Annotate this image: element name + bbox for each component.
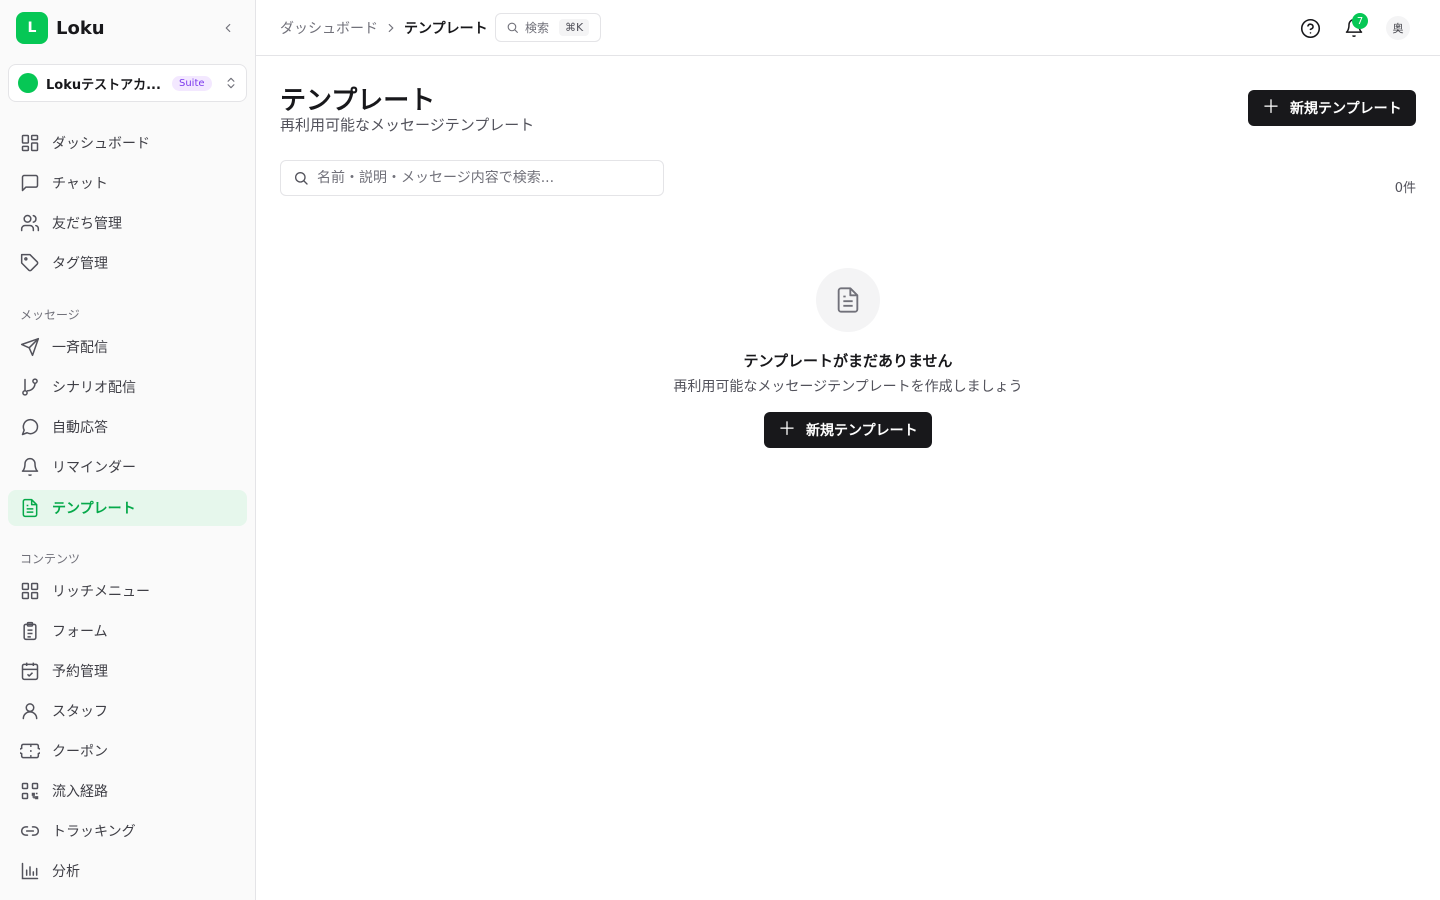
sidebar-item-tags[interactable]: タグ管理 [8,245,247,281]
message-circle-icon [20,417,40,437]
section-title-content: コンテンツ [20,552,81,566]
sidebar-item-scenario[interactable]: シナリオ配信 [8,369,247,405]
sidebar-item-label: クーポン [52,744,108,760]
sidebar-item-label: タグ管理 [52,256,108,272]
sidebar-item-coupon[interactable]: クーポン [8,733,247,769]
dashboard-icon [20,133,40,153]
chat-icon [20,173,40,193]
sidebar-item-reminder[interactable]: リマインダー [8,449,247,485]
link-icon [20,821,40,841]
sidebar-item-label: シナリオ配信 [52,380,136,396]
tag-icon [20,253,40,273]
sidebar-item-label: 流入経路 [52,784,108,800]
sidebar-item-rich-menu[interactable]: リッチメニュー [8,573,247,609]
section-title-message: メッセージ [20,308,80,322]
clipboard-icon [20,621,40,641]
breadcrumb-dashboard[interactable]: ダッシュボード [280,18,378,38]
search-shortcut: ⌘K [559,19,590,36]
sidebar-item-label: チャット [52,176,108,192]
empty-state-new-template-button[interactable]: ＋ 新規テンプレート [764,412,932,448]
global-search-label: 検索 [525,21,550,35]
global-search-button[interactable]: 検索 ⌘K [495,13,601,42]
chevrons-up-down-icon [224,76,238,90]
sidebar-item-label: フォーム [52,624,108,640]
help-circle-icon [1300,18,1320,38]
sidebar-item-chat[interactable]: チャット [8,165,247,201]
sidebar-item-staff[interactable]: スタッフ [8,693,247,729]
empty-state-description: 再利用可能なメッセージテンプレートを作成しましょう [673,379,1023,395]
brand-name: Loku [56,17,105,39]
sidebar-item-dashboard[interactable]: ダッシュボード [8,125,247,161]
sidebar-item-broadcast[interactable]: 一斉配信 [8,329,247,365]
calendar-check-icon [20,661,40,681]
sidebar-item-label: トラッキング [52,824,136,840]
brand[interactable]: L Loku [16,12,105,44]
brand-logo: L [16,12,48,44]
sidebar-item-label: リマインダー [52,460,136,476]
sidebar-item-analytics[interactable]: 分析 [8,853,247,889]
new-template-button[interactable]: ＋ 新規テンプレート [1248,90,1416,126]
page-subtitle: 再利用可能なメッセージテンプレート [280,116,535,134]
empty-state-button-label: 新規テンプレート [806,423,918,439]
sidebar-item-label: ダッシュボード [52,136,150,152]
branch-icon [20,377,40,397]
account-switcher[interactable]: Lokuテストアカ... Suite [8,64,247,102]
sidebar: L Loku Lokuテストアカ... Suite ダッシュボード チャット 友… [0,0,256,900]
account-avatar [18,73,38,93]
sidebar-item-auto-reply[interactable]: 自動応答 [8,409,247,445]
sidebar-item-template[interactable]: テンプレート [8,490,247,526]
search-icon [295,172,308,185]
bar-chart-icon [20,861,40,881]
breadcrumb: ダッシュボード テンプレート [280,18,488,38]
empty-state-icon [816,268,880,332]
sidebar-item-tracking[interactable]: トラッキング [8,813,247,849]
sidebar-item-label: 分析 [52,864,80,880]
search-icon [507,22,518,33]
page-title: テンプレート [280,86,436,116]
template-search-input[interactable] [317,170,647,186]
sidebar-item-label: 自動応答 [52,420,108,436]
breadcrumb-current: テンプレート [404,21,488,37]
sidebar-item-label: テンプレート [52,501,136,517]
notification-count-badge: 7 [1352,13,1368,29]
ticket-icon [20,741,40,761]
sidebar-item-form[interactable]: フォーム [8,613,247,649]
users-icon [20,213,40,233]
sidebar-item-friends[interactable]: 友だち管理 [8,205,247,241]
plan-badge: Suite [172,75,212,91]
template-search[interactable] [280,160,664,196]
result-count: 0件 [1394,181,1416,196]
account-name: Lokuテストアカ... [46,77,161,93]
sidebar-item-label: リッチメニュー [52,584,150,600]
avatar[interactable]: 奥 [1386,16,1410,40]
new-template-button-label: 新規テンプレート [1290,101,1402,117]
plus-icon: ＋ [1262,97,1280,118]
qr-code-icon [20,781,40,801]
send-icon [20,337,40,357]
chevron-right-icon [384,21,398,35]
help-button[interactable] [1298,16,1322,40]
file-text-icon [837,287,859,313]
sidebar-item-label: 友だち管理 [52,216,122,232]
collapse-sidebar-button[interactable] [218,18,238,38]
sidebar-item-reservation[interactable]: 予約管理 [8,653,247,689]
user-icon [20,701,40,721]
empty-state-title: テンプレートがまだありません [743,352,953,370]
plus-icon: ＋ [778,419,796,440]
top-bar: ダッシュボード テンプレート 検索 ⌘K 7 奥 [256,0,1440,56]
bell-icon [20,457,40,477]
sidebar-item-label: 予約管理 [52,664,108,680]
sidebar-item-label: スタッフ [52,704,108,720]
chevron-left-icon [225,23,231,33]
grid-icon [20,581,40,601]
sidebar-item-label: 一斉配信 [52,340,108,356]
file-text-icon [20,498,40,518]
sidebar-item-inflow[interactable]: 流入経路 [8,773,247,809]
